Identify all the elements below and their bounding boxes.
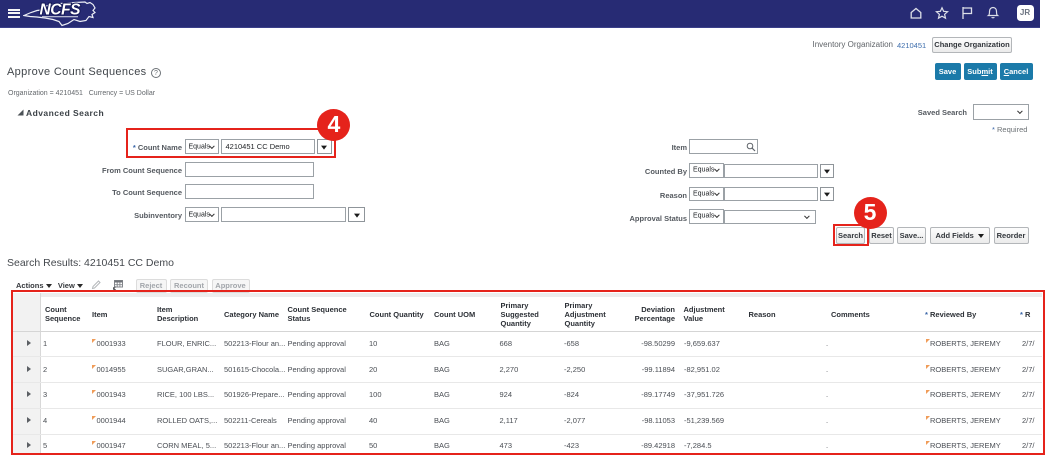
svg-text:NCFS: NCFS — [40, 2, 82, 19]
